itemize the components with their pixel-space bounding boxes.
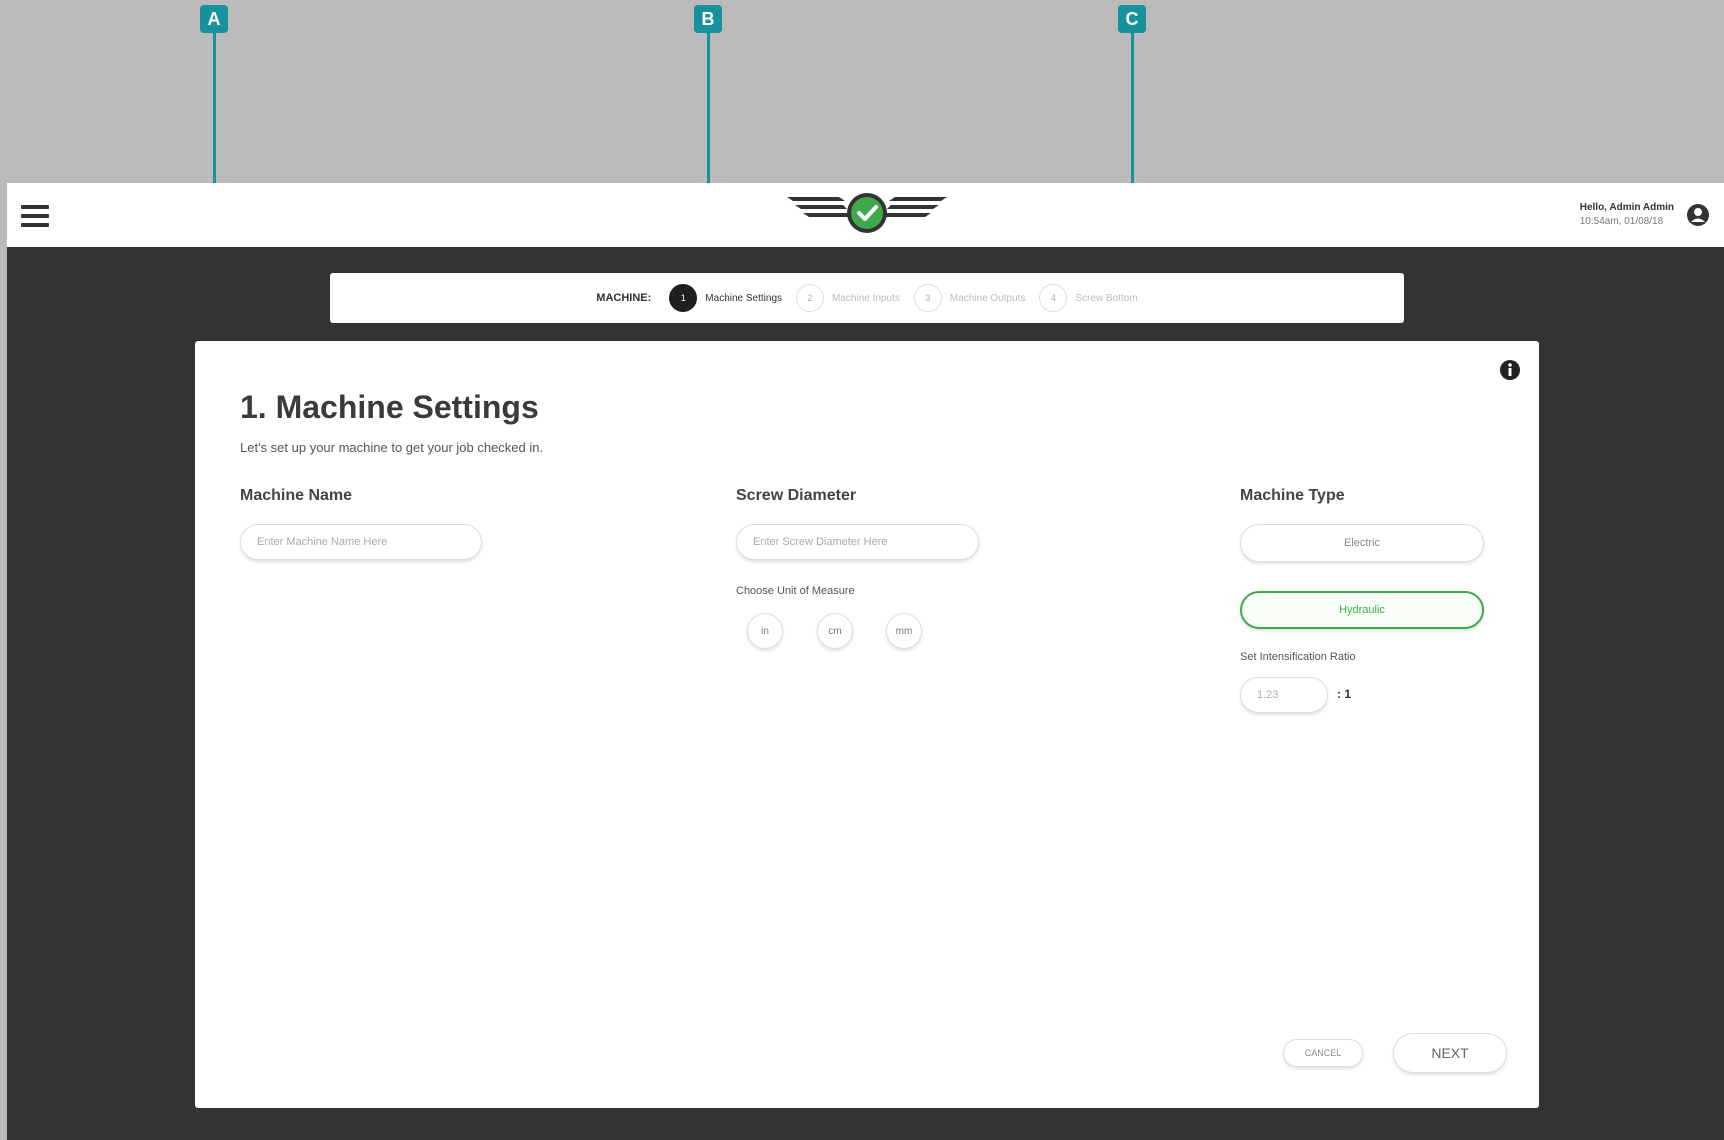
step-number: 2 xyxy=(796,284,825,312)
next-button[interactable]: NEXT xyxy=(1393,1033,1507,1073)
cancel-button[interactable]: CANCEL xyxy=(1283,1039,1363,1067)
machine-name-label: Machine Name xyxy=(240,487,353,504)
unit-cm-button[interactable]: cm xyxy=(817,613,853,649)
info-icon[interactable] xyxy=(1499,359,1521,381)
callout-c: C xyxy=(1118,5,1146,33)
top-bar: Hello, Admin Admin 10:54am, 01/08/18 xyxy=(7,183,1724,247)
user-greeting: Hello, Admin Admin xyxy=(1579,202,1674,213)
logo xyxy=(787,193,947,233)
step-name: Machine Inputs xyxy=(832,292,900,304)
ratio-suffix: : 1 xyxy=(1337,687,1352,701)
machine-name-input[interactable] xyxy=(240,524,482,560)
unit-of-measure-label: Choose Unit of Measure xyxy=(736,585,855,597)
machine-settings-card: 1. Machine Settings Let's set up your ma… xyxy=(195,341,1539,1108)
step-machine-settings[interactable]: 1 Machine Settings xyxy=(669,284,782,312)
step-machine-inputs[interactable]: 2 Machine Inputs xyxy=(796,284,900,312)
user-info: Hello, Admin Admin 10:54am, 01/08/18 xyxy=(1580,201,1674,229)
hydraulic-option-button[interactable]: Hydraulic xyxy=(1240,591,1484,629)
machine-type-label: Machine Type xyxy=(1240,487,1345,504)
unit-in-button[interactable]: in xyxy=(747,613,783,649)
step-number: 3 xyxy=(913,284,942,312)
electric-option-button[interactable]: Electric xyxy=(1240,524,1484,562)
step-number: 1 xyxy=(669,284,698,312)
stepper-label: MACHINE: xyxy=(596,292,652,304)
callout-a: A xyxy=(200,5,228,33)
user-area[interactable]: Hello, Admin Admin 10:54am, 01/08/18 xyxy=(1580,201,1710,229)
account-circle-icon[interactable] xyxy=(1686,203,1710,227)
page-title: 1. Machine Settings xyxy=(240,389,539,425)
step-screw-bottom[interactable]: 4 Screw Bottom xyxy=(1039,284,1138,312)
step-name: Machine Settings xyxy=(705,292,783,304)
intensification-ratio-label: Set Intensification Ratio xyxy=(1240,651,1356,663)
user-datetime: 10:54am, 01/08/18 xyxy=(1579,216,1664,227)
screw-diameter-label: Screw Diameter xyxy=(736,487,857,504)
stepper: MACHINE: 1 Machine Settings 2 Machine In… xyxy=(330,273,1404,323)
step-number: 4 xyxy=(1039,284,1068,312)
step-machine-outputs[interactable]: 3 Machine Outputs xyxy=(913,284,1026,312)
app-window: Hello, Admin Admin 10:54am, 01/08/18 MAC… xyxy=(7,183,1724,1140)
page-subtitle: Let's set up your machine to get your jo… xyxy=(240,440,544,455)
callout-b: B xyxy=(694,5,722,33)
intensification-ratio-input[interactable] xyxy=(1240,677,1328,713)
hamburger-icon[interactable] xyxy=(21,205,49,227)
step-name: Machine Outputs xyxy=(949,292,1026,304)
screw-diameter-input[interactable] xyxy=(736,524,979,560)
step-name: Screw Bottom xyxy=(1075,292,1138,304)
unit-mm-button[interactable]: mm xyxy=(886,613,922,649)
